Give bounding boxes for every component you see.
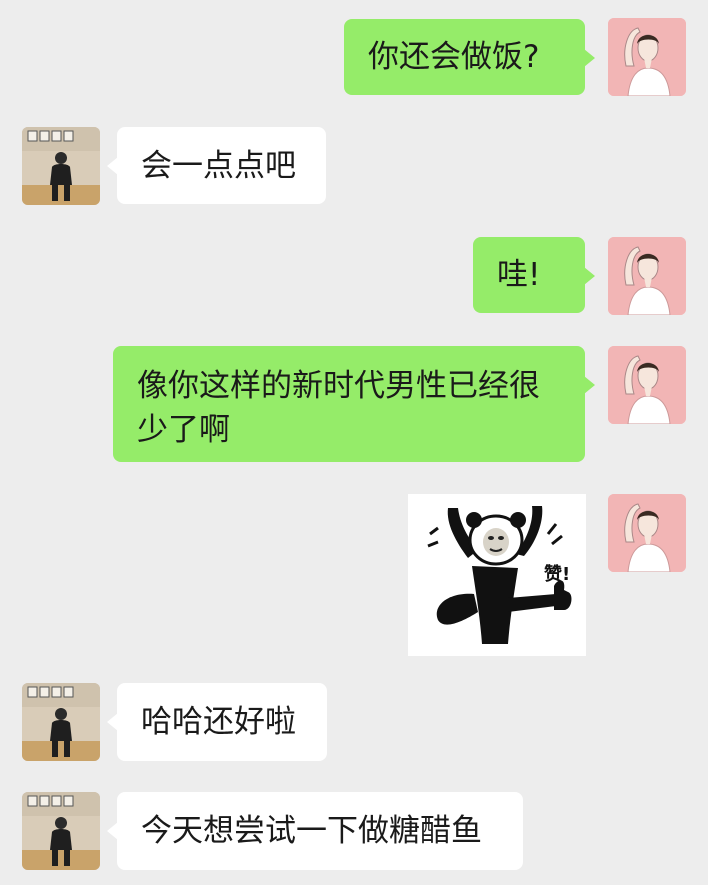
self-avatar[interactable] bbox=[608, 494, 686, 572]
woman-portrait-icon bbox=[608, 237, 686, 315]
message-bubble-received[interactable]: 今天想尝试一下做糖醋鱼 bbox=[107, 792, 523, 870]
man-sitting-photo-icon bbox=[22, 683, 100, 761]
contact-avatar[interactable] bbox=[22, 683, 100, 761]
message-text: 你还会做饭? bbox=[368, 39, 540, 75]
message-text: 哇! bbox=[497, 257, 541, 293]
message-text: 像你这样的新时代男性已经很少了啊 bbox=[137, 368, 540, 448]
sticker-caption: 赞! bbox=[543, 564, 570, 585]
woman-portrait-icon bbox=[608, 494, 686, 572]
message-bubble-received[interactable]: 哈哈还好啦 bbox=[107, 683, 327, 761]
contact-avatar[interactable] bbox=[22, 127, 100, 205]
self-avatar[interactable] bbox=[608, 237, 686, 315]
self-avatar[interactable] bbox=[608, 18, 686, 96]
message-bubble-sent[interactable]: 哇! bbox=[473, 237, 595, 313]
woman-portrait-icon bbox=[608, 346, 686, 424]
message-bubble-sent[interactable]: 像你这样的新时代男性已经很少了啊 bbox=[113, 346, 595, 462]
message-text: 哈哈还好啦 bbox=[141, 704, 296, 740]
man-sitting-photo-icon bbox=[22, 127, 100, 205]
woman-portrait-icon bbox=[608, 18, 686, 96]
panda-thumbs-up-sticker[interactable]: 赞! bbox=[408, 494, 586, 656]
message-text: 会一点点吧 bbox=[141, 148, 296, 184]
message-bubble-received[interactable]: 会一点点吧 bbox=[107, 127, 326, 204]
panda-meme-icon: 赞! bbox=[408, 494, 586, 656]
message-text: 今天想尝试一下做糖醋鱼 bbox=[141, 813, 482, 849]
man-sitting-photo-icon bbox=[22, 792, 100, 870]
chat-conversation: 你还会做饭? 会一点点吧 哇! 像你这样的新时代男性已经很少了啊 赞! 哈哈还好… bbox=[0, 0, 708, 885]
self-avatar[interactable] bbox=[608, 346, 686, 424]
contact-avatar[interactable] bbox=[22, 792, 100, 870]
message-bubble-sent[interactable]: 你还会做饭? bbox=[344, 19, 595, 95]
